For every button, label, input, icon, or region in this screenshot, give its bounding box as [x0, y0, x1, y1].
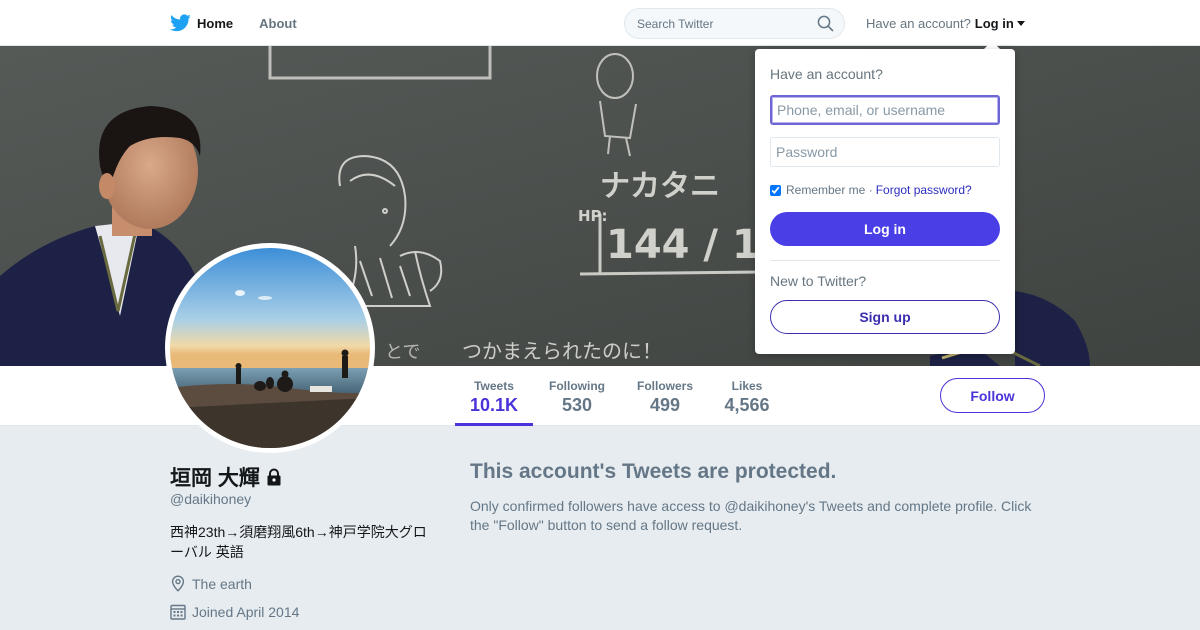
- stat-tweets[interactable]: Tweets 10.1K: [455, 366, 533, 426]
- search-input[interactable]: [625, 9, 805, 38]
- signup-button[interactable]: Sign up: [770, 300, 1000, 334]
- stat-following-value: 530: [561, 395, 593, 415]
- banner-chalk-name: ナカタニ: [600, 169, 720, 204]
- banner-chalk-hp-label: HP:: [578, 207, 608, 225]
- banner-chalk-caption-left: とで: [385, 342, 420, 363]
- stat-likes-label: Likes: [731, 379, 763, 393]
- account-prompt: Have an account? Log in: [866, 0, 1025, 46]
- profile-name-text[interactable]: 垣岡 大輝: [170, 462, 260, 492]
- account-prompt-text: Have an account?: [866, 15, 971, 31]
- caret-down-icon: [1016, 20, 1025, 26]
- dropdown-heading: Have an account?: [770, 66, 883, 82]
- login-button[interactable]: Log in: [770, 212, 1000, 246]
- dropdown-divider: [770, 260, 1000, 261]
- stat-likes[interactable]: Likes 4,566: [716, 366, 778, 426]
- calendar-icon: [170, 604, 186, 620]
- search-box: [624, 8, 845, 39]
- nav-home-link[interactable]: Home: [170, 0, 233, 46]
- profile-avatar[interactable]: [165, 243, 375, 453]
- stat-following-label: Following: [549, 379, 605, 393]
- protected-title: This account's Tweets are protected.: [470, 460, 837, 483]
- forgot-password-link[interactable]: Forgot password?: [876, 183, 972, 197]
- nav-about-link[interactable]: About: [259, 0, 297, 46]
- remember-row: Remember me · Forgot password?: [770, 183, 972, 197]
- profile-bio: 西神23th→須磨翔風6th→神戸学院大グローバル 英語: [170, 524, 427, 560]
- new-to-twitter-text: New to Twitter?: [770, 273, 867, 289]
- avatar-image: [170, 248, 370, 448]
- stat-followers-label: Followers: [636, 379, 693, 393]
- login-dropdown: Have an account? Remember me · Forgot pa…: [755, 49, 1015, 354]
- lock-icon: [267, 468, 281, 486]
- top-navigation-bar: Home About Have an account? Log in: [0, 0, 1200, 46]
- stat-following[interactable]: Following 530: [540, 366, 614, 426]
- remember-me-checkbox[interactable]: [770, 184, 781, 196]
- search-icon[interactable]: [817, 15, 834, 32]
- nav-home-label: Home: [197, 15, 234, 31]
- follow-button[interactable]: Follow: [940, 378, 1045, 413]
- profile-location-text: The earth: [192, 575, 252, 592]
- nav-left-group: Home About: [170, 0, 323, 46]
- stat-likes-value: 4,566: [724, 395, 770, 415]
- stat-tweets-value: 10.1K: [469, 395, 519, 415]
- remember-me-label: Remember me ·: [786, 183, 873, 197]
- stat-followers-value: 499: [649, 395, 681, 415]
- profile-joined: Joined April 2014: [170, 603, 299, 620]
- stat-tweets-label: Tweets: [474, 379, 514, 393]
- location-pin-icon: [171, 575, 185, 592]
- username-field[interactable]: [770, 95, 1000, 125]
- protected-text: Only confirmed followers have access to …: [470, 498, 1032, 533]
- login-toggle-label: Log in: [974, 15, 1014, 31]
- password-field[interactable]: [770, 137, 1000, 167]
- twitter-bird-icon: [170, 14, 191, 32]
- stat-followers[interactable]: Followers 499: [628, 366, 702, 426]
- login-dropdown-toggle[interactable]: Log in: [975, 16, 1025, 31]
- profile-name: 垣岡 大輝: [170, 462, 284, 492]
- nav-about-label: About: [259, 15, 297, 31]
- profile-handle[interactable]: @daikihoney: [170, 491, 251, 507]
- profile-joined-text: Joined April 2014: [192, 603, 300, 620]
- profile-location: The earth: [170, 575, 252, 592]
- banner-chalk-caption: つかまえられたのに！: [462, 339, 662, 363]
